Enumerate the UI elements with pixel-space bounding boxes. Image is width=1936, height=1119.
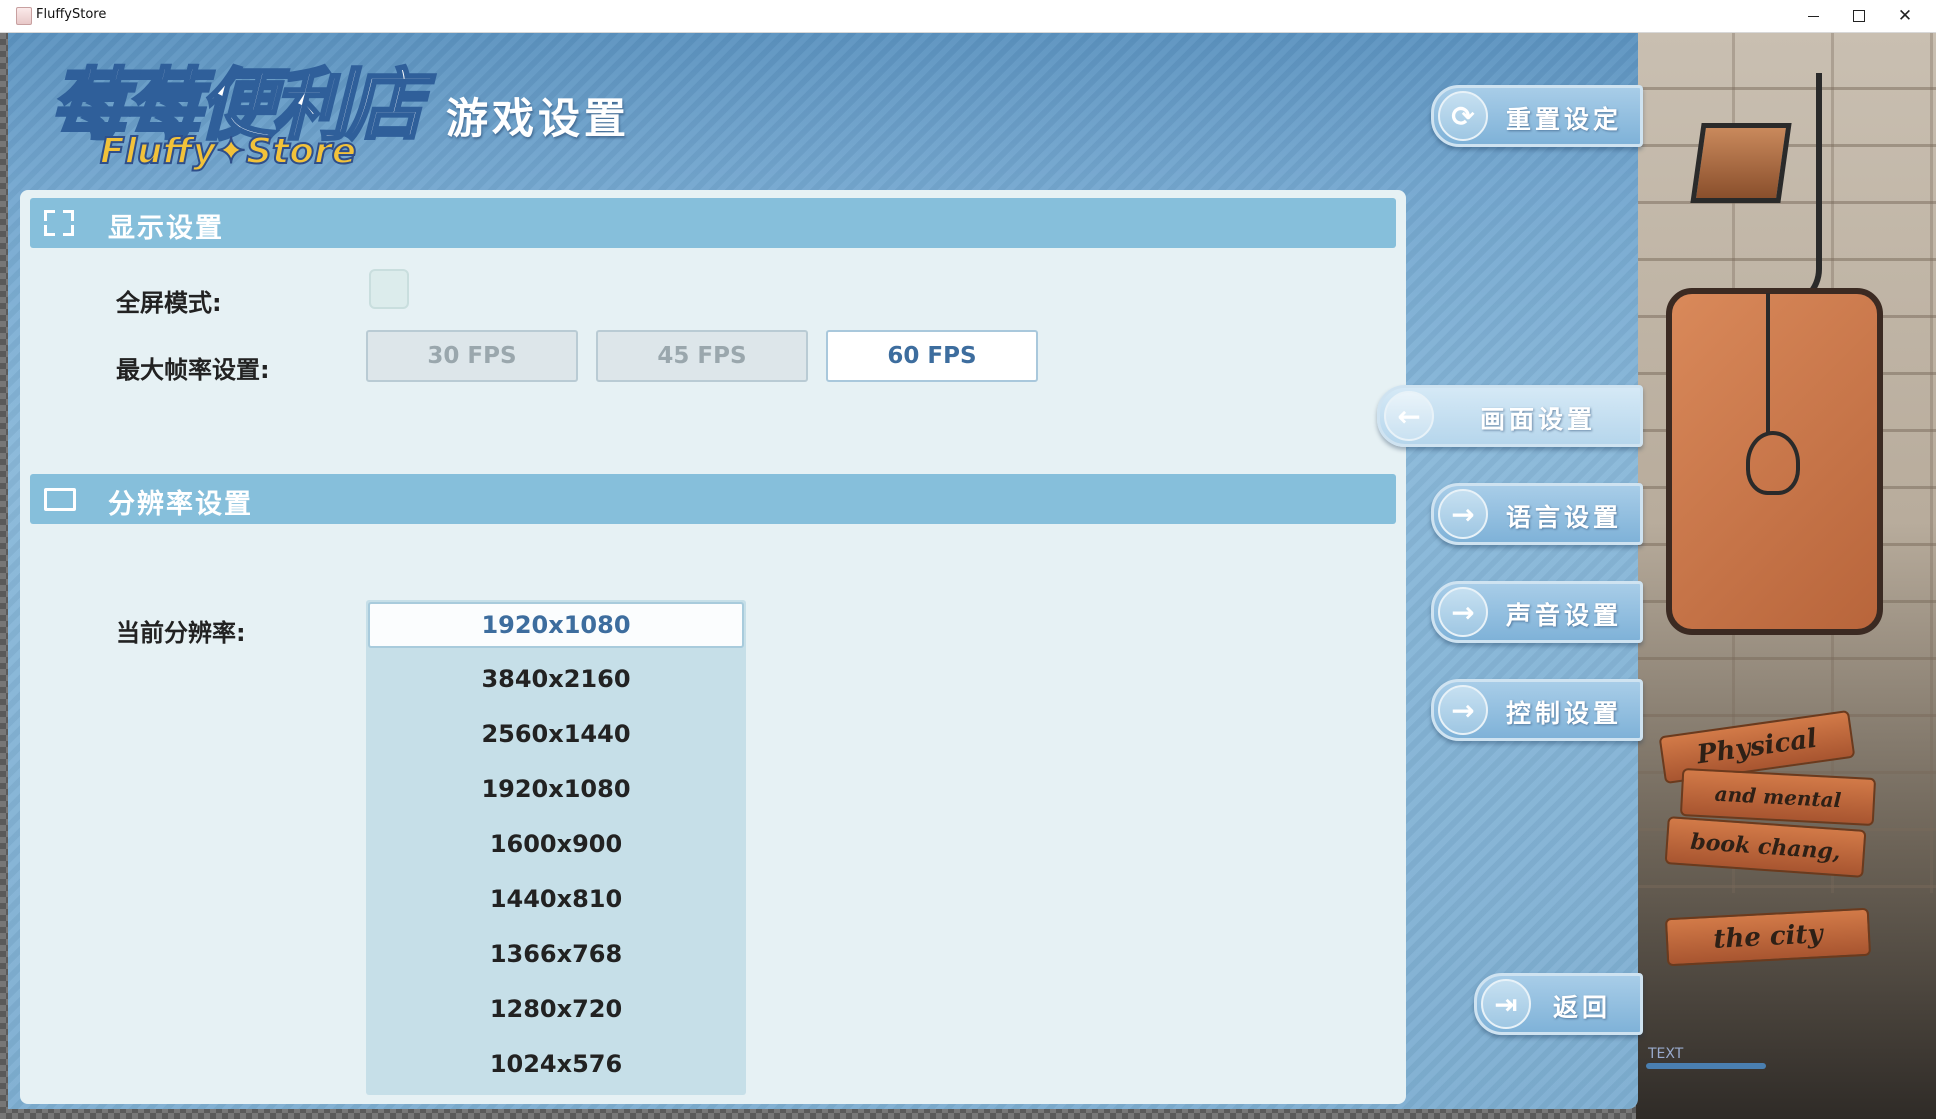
display-section-header: 显示设置	[30, 198, 1396, 248]
minimize-button[interactable]	[1790, 0, 1836, 32]
maximize-button[interactable]	[1836, 0, 1882, 32]
game-logo: 莓莓便利店 Fluffy✦Store	[48, 43, 430, 183]
back-label: 返回	[1553, 993, 1612, 1022]
close-icon: ✕	[1897, 6, 1913, 26]
monitor-icon	[44, 486, 76, 512]
arrow-right-icon: →	[1438, 685, 1488, 735]
arrow-left-icon: ←	[1384, 391, 1434, 441]
resolution-selected[interactable]: 1920x1080	[368, 602, 744, 648]
wood-sign-city: the city	[1664, 907, 1872, 967]
fps-45-button[interactable]: 45 FPS	[596, 330, 808, 382]
lamp-icon	[1690, 123, 1792, 203]
reset-settings-label: 重置设定	[1506, 105, 1623, 134]
control-settings-label: 控制设置	[1506, 699, 1623, 728]
maximize-icon	[1853, 10, 1865, 22]
wood-sign-mental: and mental	[1679, 767, 1877, 827]
lightbulb-icon	[1746, 431, 1800, 495]
minimize-icon	[1807, 15, 1819, 17]
back-button[interactable]: ⇥ 返回	[1474, 973, 1643, 1035]
exit-icon: ⇥	[1481, 979, 1531, 1029]
window-titlebar: FluffyStore ✕	[0, 0, 1936, 33]
resolution-option[interactable]: 1600x900	[366, 816, 746, 871]
settings-panel: 莓莓便利店 Fluffy✦Store 游戏设置 显示设置 全屏模式: 最大帧率设…	[8, 33, 1638, 1109]
close-button[interactable]: ✕	[1882, 0, 1928, 32]
fullscreen-icon	[44, 210, 74, 236]
app-icon	[16, 7, 32, 25]
sound-settings-label: 声音设置	[1506, 601, 1623, 630]
resolution-dropdown[interactable]: 1920x1080 3840x2160 2560x1440 1920x1080 …	[366, 600, 746, 1095]
fps-label: 最大帧率设置:	[116, 356, 270, 384]
text-indicator-bar	[1646, 1063, 1766, 1069]
game-area: Physical and mental book chang, the city…	[0, 33, 1936, 1119]
reset-settings-button[interactable]: ⟳ 重置设定	[1431, 85, 1643, 147]
text-indicator-label: TEXT	[1648, 1046, 1684, 1062]
resolution-option[interactable]: 3840x2160	[366, 651, 746, 706]
resolution-option[interactable]: 1920x1080	[366, 761, 746, 816]
display-settings-button[interactable]: ← 画面设置	[1377, 385, 1643, 447]
resolution-option[interactable]: 1280x720	[366, 981, 746, 1036]
fps-30-button[interactable]: 30 FPS	[366, 330, 578, 382]
bulb-cord	[1766, 293, 1770, 433]
language-settings-button[interactable]: → 语言设置	[1431, 483, 1643, 545]
current-resolution-label: 当前分辨率:	[116, 619, 246, 647]
resolution-section-header: 分辨率设置	[30, 474, 1396, 524]
arrow-right-icon: →	[1438, 587, 1488, 637]
resolution-section-title: 分辨率设置	[108, 489, 253, 520]
arrow-right-icon: →	[1438, 489, 1488, 539]
display-settings-label: 画面设置	[1480, 405, 1597, 434]
resolution-option[interactable]: 1440x810	[366, 871, 746, 926]
control-settings-button[interactable]: → 控制设置	[1431, 679, 1643, 741]
language-settings-label: 语言设置	[1506, 503, 1623, 532]
resolution-option[interactable]: 2560x1440	[366, 706, 746, 761]
page-title: 游戏设置	[446, 94, 631, 143]
fps-60-button[interactable]: 60 FPS	[826, 330, 1038, 382]
background-scene: Physical and mental book chang, the city…	[1636, 33, 1936, 1119]
window-title: FluffyStore	[36, 7, 107, 22]
display-section-title: 显示设置	[108, 213, 224, 244]
resolution-option[interactable]: 1024x576	[366, 1036, 746, 1091]
settings-content: 显示设置 全屏模式: 最大帧率设置: 30 FPS 45 FPS 60 FPS …	[20, 190, 1406, 1104]
refresh-icon: ⟳	[1438, 91, 1488, 141]
logo-english: Fluffy✦Store	[99, 130, 357, 173]
sound-settings-button[interactable]: → 声音设置	[1431, 581, 1643, 643]
fullscreen-label: 全屏模式:	[116, 289, 222, 317]
fullscreen-checkbox[interactable]	[369, 269, 409, 309]
resolution-option[interactable]: 1366x768	[366, 926, 746, 981]
